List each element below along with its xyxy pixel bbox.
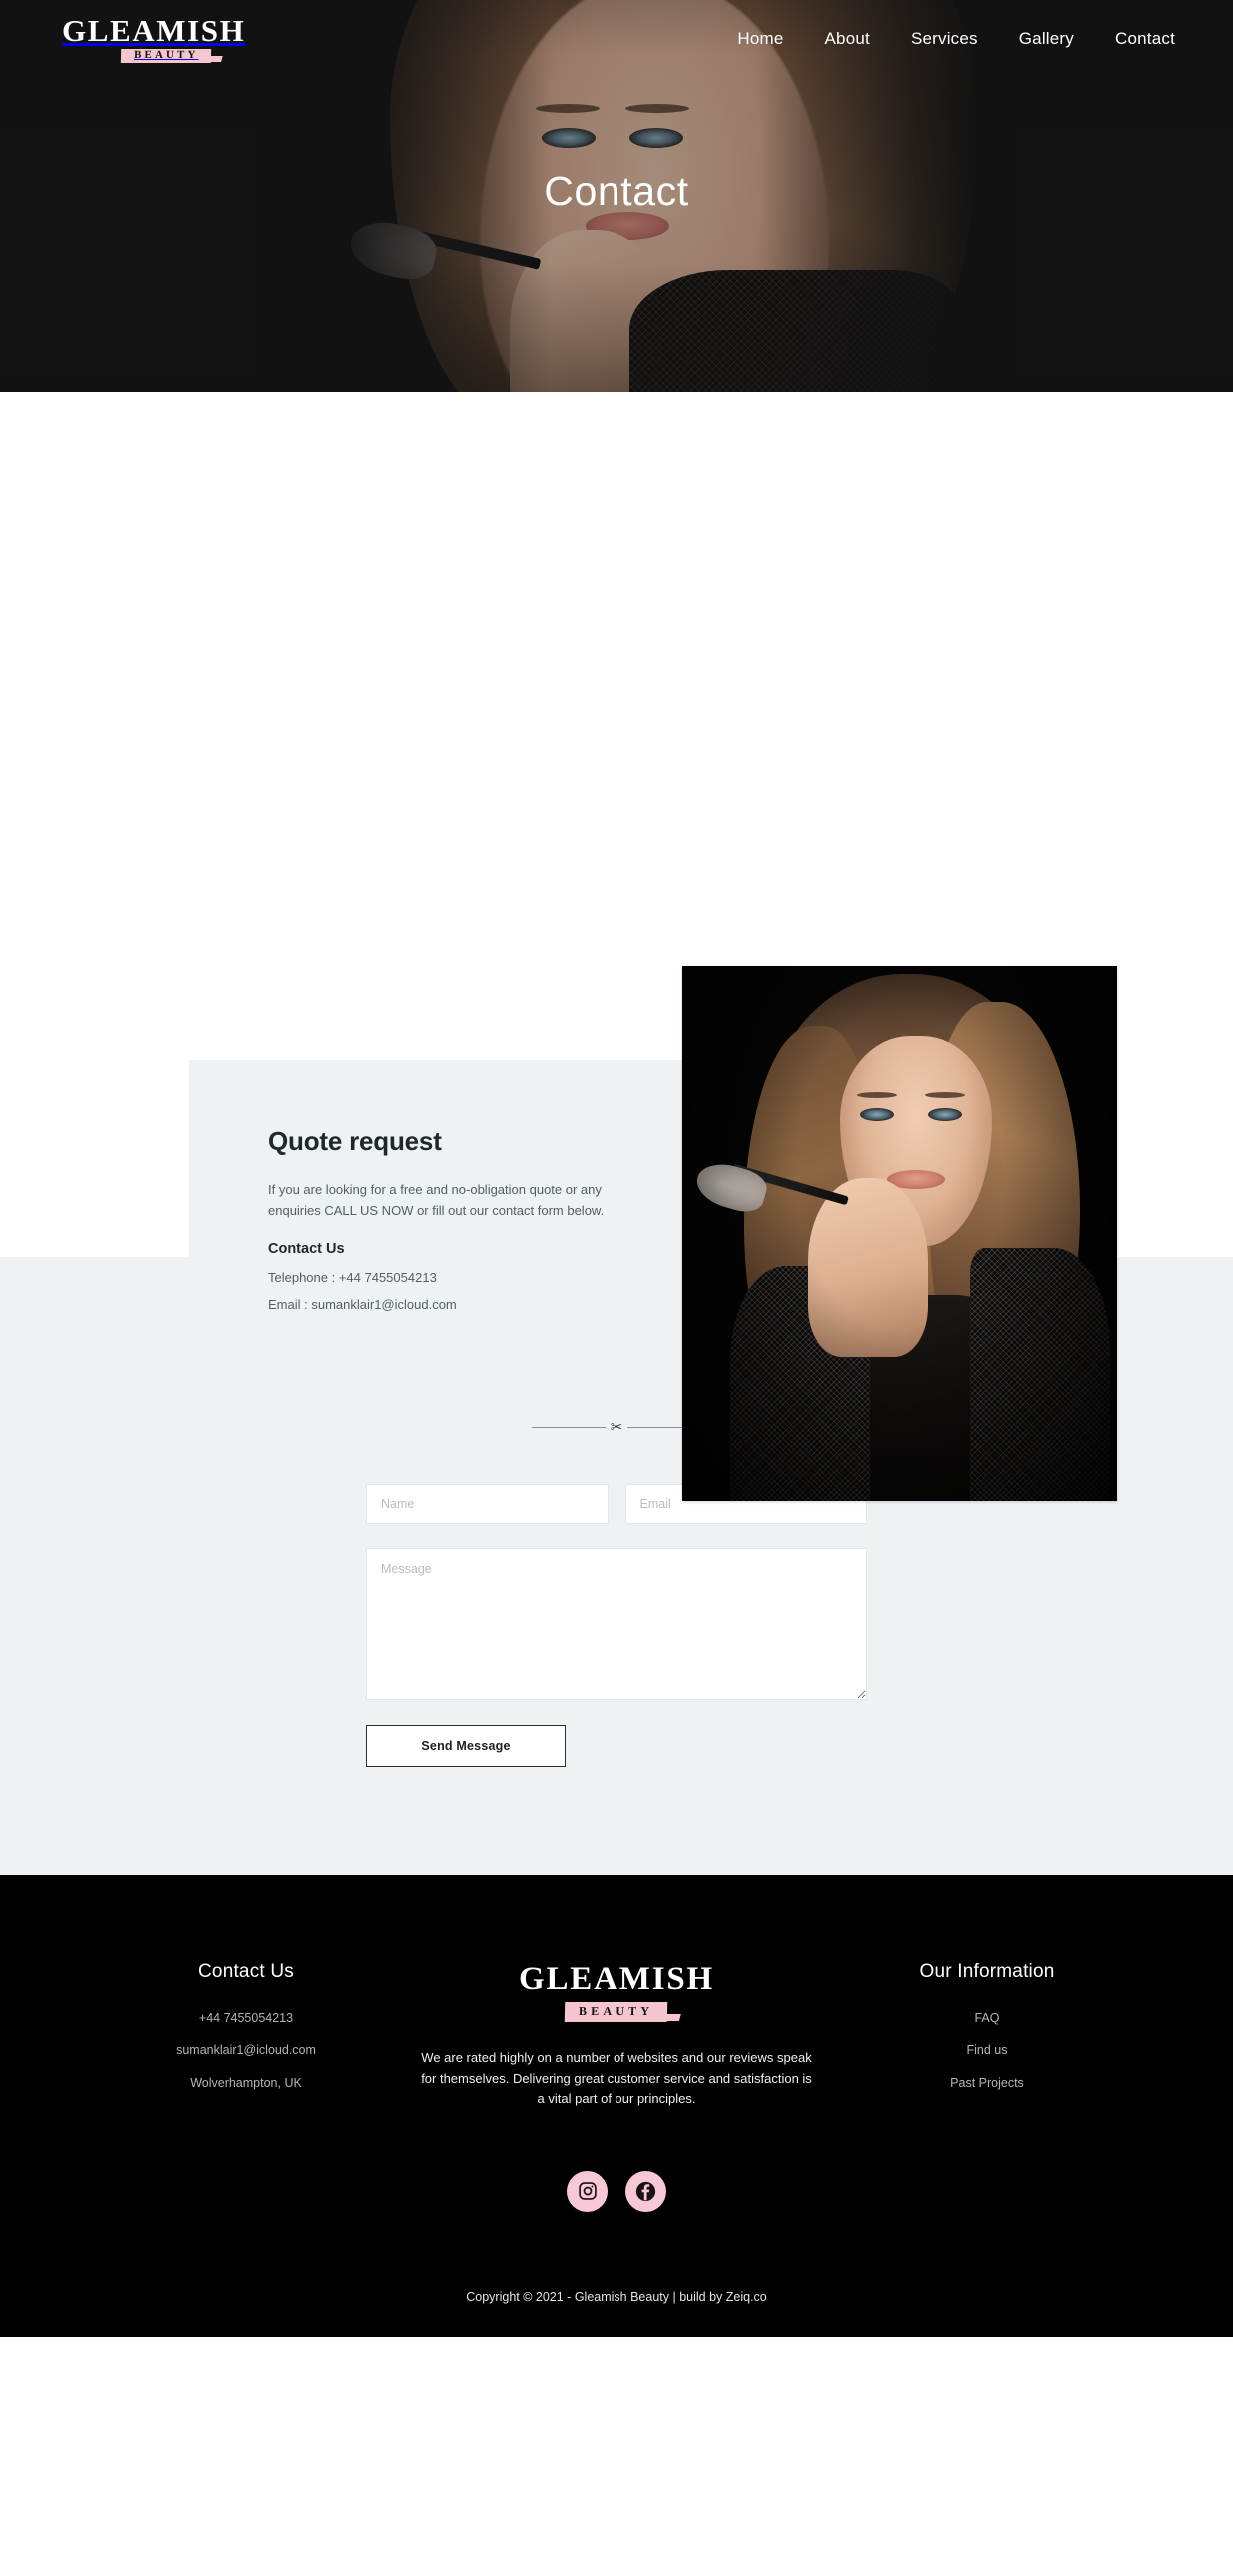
footer-phone: +44 7455054213 [198, 2011, 294, 2025]
footer-link-past-projects[interactable]: Past Projects [837, 2075, 1137, 2091]
model-portrait-image [682, 966, 1117, 1501]
nav-item-gallery[interactable]: Gallery [1019, 29, 1074, 49]
footer-link-faq[interactable]: FAQ [837, 2010, 1137, 2026]
footer-email: sumanklair1@icloud.com [176, 2043, 316, 2058]
footer-logo-wordmark: GLEAMISH [519, 1961, 714, 1997]
footer-information-heading: Our Information [919, 1961, 1055, 1982]
send-message-button[interactable]: Send Message [366, 1725, 566, 1767]
footer-link-find-us[interactable]: Find us [837, 2042, 1137, 2058]
footer-contact-heading: Contact Us [198, 1961, 294, 1982]
instagram-icon[interactable] [567, 2170, 608, 2212]
footer-brand-column: GLEAMISH BEAUTY We are rated highly on a… [396, 1961, 837, 2110]
quote-title: Quote request [268, 1126, 442, 1156]
facebook-icon[interactable] [625, 2170, 666, 2212]
name-input[interactable] [366, 1484, 609, 1524]
footer-information-column: Our Information FAQ Find us Past Project… [837, 1961, 1137, 2107]
contact-form: Send Message [366, 1484, 867, 1767]
site-header: GLEAMISH BEAUTY Home About Services Gall… [0, 0, 1233, 78]
copyright-text: Copyright © 2021 - Gleamish Beauty | bui… [466, 2289, 767, 2304]
logo-wordmark: GLEAMISH [62, 13, 246, 48]
logo-beauty-badge: BEAUTY [121, 49, 213, 63]
quote-description: If you are looking for a free and no-obl… [268, 1182, 605, 1219]
footer-logo[interactable]: GLEAMISH BEAUTY [410, 1961, 823, 2022]
footer-logo-beauty-badge: BEAUTY [565, 2002, 668, 2022]
social-links [0, 2170, 1233, 2212]
message-textarea[interactable] [366, 1548, 867, 1700]
quote-email: Email : sumanklair1@icloud.com [268, 1297, 457, 1313]
quote-telephone: Telephone : +44 7455054213 [268, 1270, 437, 1286]
main-navigation: Home About Services Gallery Contact [737, 29, 1175, 49]
scissors-icon: ✂ [610, 1418, 623, 1436]
hero-banner: GLEAMISH BEAUTY Home About Services Gall… [0, 0, 1233, 392]
nav-item-contact[interactable]: Contact [1115, 29, 1175, 49]
footer-columns: Contact Us +44 7455054213 sumanklair1@ic… [0, 1961, 1233, 2110]
footer-description: We are rated highly on a number of websi… [421, 2050, 812, 2107]
footer-contact-column: Contact Us +44 7455054213 sumanklair1@ic… [96, 1961, 396, 2107]
site-logo[interactable]: GLEAMISH BEAUTY [62, 15, 245, 63]
divider-line-left [532, 1426, 606, 1428]
footer-address: Wolverhampton, UK [190, 2075, 302, 2090]
page-title: Contact [544, 168, 689, 214]
site-footer: Contact Us +44 7455054213 sumanklair1@ic… [0, 1875, 1233, 2337]
scissors-divider: ✂ [532, 1416, 701, 1438]
quote-request-section: Quote request If you are looking for a f… [0, 392, 1233, 1501]
nav-item-services[interactable]: Services [911, 29, 978, 49]
nav-item-home[interactable]: Home [737, 29, 783, 49]
quote-contact-heading: Contact Us [268, 1241, 345, 1258]
nav-item-about[interactable]: About [825, 29, 870, 49]
